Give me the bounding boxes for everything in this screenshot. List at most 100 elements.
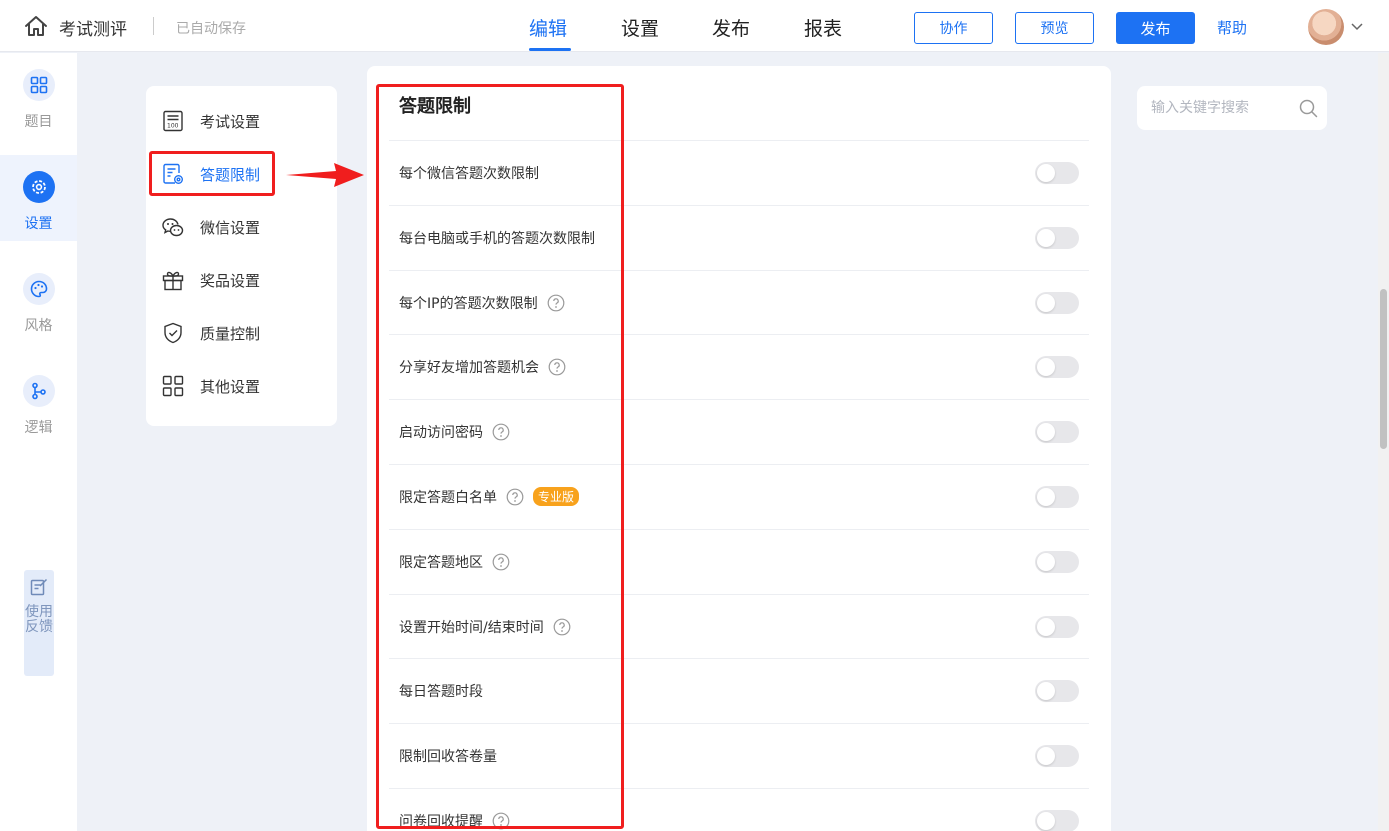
help-circle-icon[interactable]: [492, 553, 510, 571]
menu-label: 其他设置: [200, 378, 261, 396]
menu-item-wechat-settings[interactable]: 微信设置: [146, 203, 337, 251]
help-circle-icon[interactable]: [553, 618, 571, 636]
rail-label: 题目: [24, 114, 53, 130]
menu-item-other-settings[interactable]: 其他设置: [146, 362, 337, 410]
setting-toggle[interactable]: [1035, 680, 1079, 703]
help-circle-icon[interactable]: [548, 358, 566, 376]
save-status: 已自动保存: [176, 21, 246, 37]
setting-row: 设置开始时间/结束时间: [389, 593, 1089, 659]
help-circle-icon[interactable]: [547, 294, 565, 312]
setting-row: 每个IP的答题次数限制: [389, 269, 1089, 335]
search-input[interactable]: [1151, 98, 1291, 118]
menu-item-prize-settings[interactable]: 奖品设置: [146, 256, 337, 304]
home-icon[interactable]: [24, 15, 48, 37]
edit-note-icon: [30, 578, 48, 596]
left-rail: 题目 设置 风格 逻辑 使用反馈: [0, 53, 77, 831]
app-title: 考试测评: [59, 20, 127, 40]
menu-item-answer-limit[interactable]: 答题限制: [146, 150, 337, 198]
menu-label: 考试设置: [200, 113, 261, 131]
setting-toggle[interactable]: [1035, 809, 1079, 831]
menu-item-exam-settings[interactable]: 100 考试设置: [146, 97, 337, 145]
setting-toggle[interactable]: [1035, 485, 1079, 508]
setting-toggle[interactable]: [1035, 291, 1079, 314]
answer-limit-icon: [163, 163, 183, 184]
setting-label: 每日答题时段: [399, 684, 483, 701]
gift-icon: [162, 271, 184, 291]
help-circle-icon[interactable]: [506, 488, 524, 506]
setting-row: 限定答题白名单 专业版: [389, 463, 1089, 529]
menu-label: 质量控制: [200, 325, 261, 343]
gear-icon: [23, 171, 55, 203]
chevron-down-icon[interactable]: [1351, 21, 1363, 31]
setting-toggle[interactable]: [1035, 162, 1079, 184]
rail-item-logic[interactable]: 逻辑: [0, 359, 77, 445]
setting-label: 每个微信答题次数限制: [399, 166, 539, 182]
setting-row: 限定答题地区: [389, 528, 1089, 594]
setting-label: 设置开始时间/结束时间: [399, 617, 571, 637]
setting-toggle[interactable]: [1035, 421, 1079, 444]
feedback-label: 使用反馈: [25, 604, 53, 635]
scrollbar-thumb[interactable]: [1380, 289, 1387, 449]
rail-label: 风格: [24, 318, 53, 334]
setting-label: 限制回收答卷量: [399, 749, 497, 766]
logic-branch-icon: [23, 375, 55, 407]
page-scrollbar[interactable]: [1378, 53, 1389, 831]
avatar[interactable]: [1308, 9, 1344, 45]
answer-limit-panel: 答题限制 每个微信答题次数限制 每台电脑或手机的答题次数限制 每个IP的答题次数…: [367, 66, 1111, 831]
shield-check-icon: [164, 322, 182, 344]
search-icon[interactable]: [1299, 99, 1318, 118]
feedback-button[interactable]: 使用反馈: [24, 570, 54, 676]
setting-row: 问卷回收提醒: [389, 787, 1089, 831]
tab-settings[interactable]: 设置: [621, 14, 659, 41]
help-circle-icon[interactable]: [492, 812, 510, 830]
rail-label: 逻辑: [24, 420, 53, 436]
top-bar: 考试测评 已自动保存 编辑 设置 发布 报表 协作 预览 发布 帮助: [0, 0, 1389, 52]
settings-menu: 100 考试设置 答题限制 微信设置 奖品设置 质量控制 其他设置: [146, 86, 337, 426]
setting-row: 每日答题时段: [389, 658, 1089, 723]
tab-publish[interactable]: 发布: [712, 14, 750, 41]
palette-icon: [23, 273, 55, 305]
setting-row: 启动访问密码: [389, 399, 1089, 464]
menu-label: 答题限制: [200, 166, 261, 184]
rail-item-style[interactable]: 风格: [0, 257, 77, 343]
rail-item-questions[interactable]: 题目: [0, 53, 77, 139]
setting-row: 分享好友增加答题机会: [389, 334, 1089, 399]
title-divider: [153, 17, 154, 35]
search-box: [1137, 86, 1327, 130]
panel-title: 答题限制: [399, 96, 471, 117]
setting-toggle[interactable]: [1035, 226, 1079, 249]
collaborate-button[interactable]: 协作: [914, 12, 993, 44]
menu-item-quality-control[interactable]: 质量控制: [146, 309, 337, 357]
setting-toggle[interactable]: [1035, 745, 1079, 768]
apps-icon: [162, 375, 184, 397]
publish-button[interactable]: 发布: [1116, 12, 1195, 44]
tab-edit[interactable]: 编辑: [529, 14, 567, 41]
grid-icon: [23, 69, 55, 101]
help-circle-icon[interactable]: [492, 423, 510, 441]
setting-toggle[interactable]: [1035, 356, 1079, 379]
setting-row: 限制回收答卷量: [389, 723, 1089, 788]
setting-label: 每台电脑或手机的答题次数限制: [399, 230, 595, 247]
active-tab-indicator: [529, 48, 571, 51]
menu-label: 微信设置: [200, 219, 261, 237]
menu-label: 奖品设置: [200, 272, 261, 290]
setting-row: 每台电脑或手机的答题次数限制: [389, 204, 1089, 270]
setting-label: 限定答题白名单 专业版: [399, 486, 580, 507]
rail-item-settings[interactable]: 设置: [0, 155, 77, 241]
preview-button[interactable]: 预览: [1015, 12, 1094, 44]
setting-label: 问卷回收提醒: [399, 811, 510, 831]
setting-label: 分享好友增加答题机会: [399, 357, 566, 377]
svg-text:100: 100: [167, 123, 179, 130]
exam-sheet-icon: 100: [163, 110, 183, 132]
setting-toggle[interactable]: [1035, 550, 1079, 573]
tab-report[interactable]: 报表: [804, 14, 842, 41]
setting-row: 每个微信答题次数限制: [389, 140, 1089, 205]
help-link[interactable]: 帮助: [1217, 17, 1247, 38]
rail-label: 设置: [24, 216, 53, 232]
settings-list: 每个微信答题次数限制 每台电脑或手机的答题次数限制 每个IP的答题次数限制 分享…: [389, 140, 1089, 831]
wechat-icon: [162, 218, 184, 237]
setting-label: 限定答题地区: [399, 552, 510, 572]
setting-label: 每个IP的答题次数限制: [399, 293, 565, 313]
setting-toggle[interactable]: [1035, 615, 1079, 638]
pro-badge: 专业版: [533, 486, 580, 506]
